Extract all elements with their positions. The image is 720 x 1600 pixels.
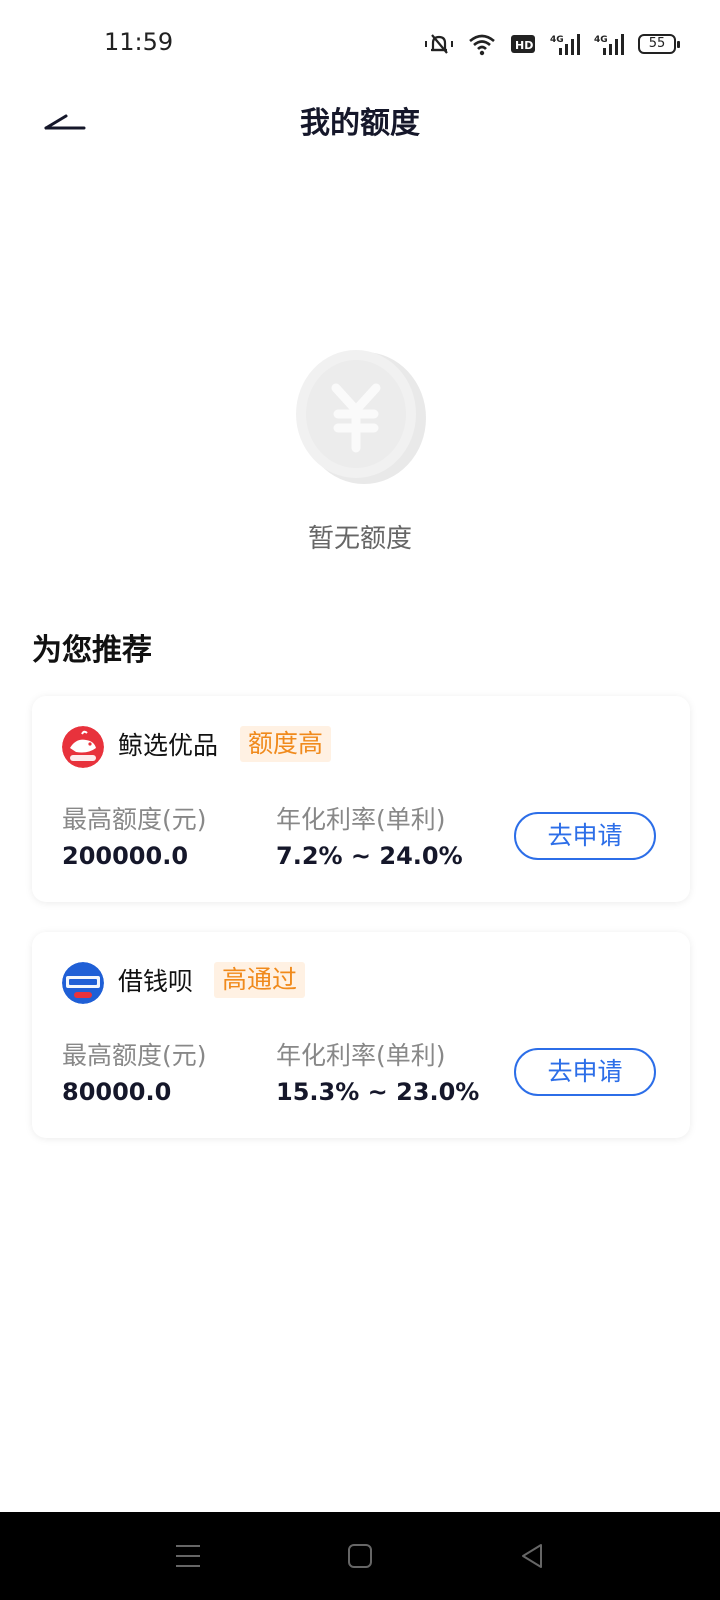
nav-menu-button[interactable]: [164, 1532, 212, 1580]
wifi-icon: [468, 32, 496, 56]
svg-text:4G: 4G: [550, 35, 564, 45]
svg-text:4G: 4G: [594, 35, 608, 45]
product-tag: 额度高: [240, 726, 332, 762]
svg-text:HD: HD: [515, 39, 533, 52]
product-name: 借钱呗: [118, 967, 194, 996]
section-title: 为您推荐: [32, 633, 152, 668]
battery-icon: 55: [638, 34, 680, 54]
product-tag: 高通过: [214, 962, 306, 998]
rate-value: 7.2% ~ 24.0%: [276, 842, 463, 870]
home-icon: [348, 1544, 372, 1568]
hd-icon: HD: [510, 33, 536, 55]
silent-icon: [424, 31, 454, 57]
product-card[interactable]: 借钱呗 高通过 最高额度(元) 80000.0 年化利率(单利) 15.3% ~…: [32, 932, 690, 1138]
apply-button[interactable]: 去申请: [514, 1048, 656, 1096]
product-card[interactable]: 鲸选优品 额度高 最高额度(元) 200000.0 年化利率(单利) 7.2% …: [32, 696, 690, 902]
max-amount-label: 最高额度(元): [62, 805, 207, 834]
status-time: 11:59: [104, 28, 174, 56]
coin-yuan-icon: [292, 344, 428, 486]
back-triangle-icon: [522, 1544, 542, 1568]
nav-home-button[interactable]: [336, 1532, 384, 1580]
rate-label: 年化利率(单利): [276, 1041, 446, 1070]
apply-button[interactable]: 去申请: [514, 812, 656, 860]
max-amount-value: 200000.0: [62, 842, 189, 870]
empty-state-text: 暂无额度: [307, 524, 412, 554]
product-logo-icon: [62, 962, 104, 1004]
page-title: 我的额度: [300, 106, 420, 141]
signal-icon-2: 4G: [594, 32, 624, 56]
max-amount-label: 最高额度(元): [62, 1041, 207, 1070]
nav-back-button[interactable]: [508, 1532, 556, 1580]
signal-icon: 4G: [550, 32, 580, 56]
product-name: 鲸选优品: [118, 731, 219, 760]
screen: 11:59 HD 4G 4G 55 我的额度 暂无额度 为您推荐 鲸选优品 额度…: [0, 0, 720, 1600]
navigation-bar: [0, 1512, 720, 1600]
menu-icon: [176, 1545, 200, 1567]
header: 我的额度: [0, 90, 720, 150]
rate-value: 15.3% ~ 23.0%: [276, 1078, 480, 1106]
rate-label: 年化利率(单利): [276, 805, 446, 834]
status-bar: 11:59 HD 4G 4G 55: [0, 0, 720, 90]
status-icons: HD 4G 4G 55: [424, 28, 680, 60]
max-amount-value: 80000.0: [62, 1078, 172, 1106]
product-logo-icon: [62, 726, 104, 768]
